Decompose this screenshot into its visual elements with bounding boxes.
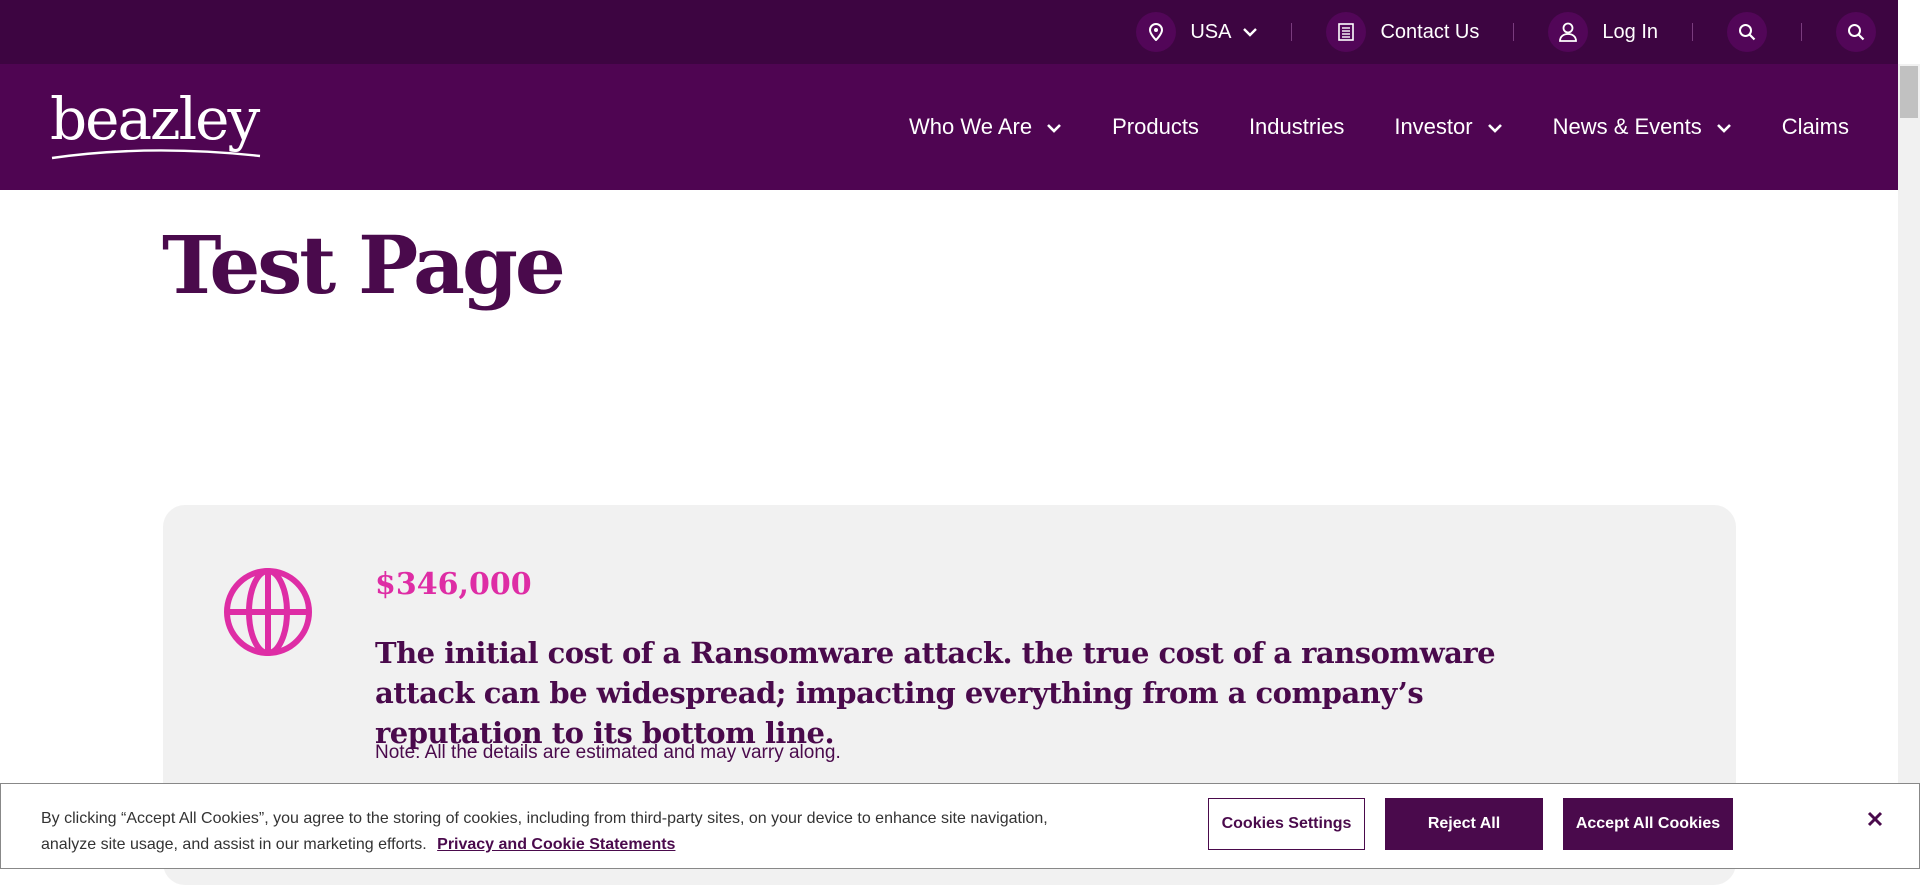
accept-all-cookies-button[interactable]: Accept All Cookies — [1563, 798, 1733, 850]
log-in-link[interactable]: Log In — [1548, 0, 1658, 64]
nav-investor[interactable]: Investor — [1394, 114, 1502, 140]
search-icon — [1727, 12, 1767, 52]
nav-claims[interactable]: Claims — [1782, 114, 1849, 140]
stat-description: The initial cost of a Ransomware attack.… — [375, 636, 1496, 750]
page-title: Test Page — [162, 218, 566, 312]
nav-label: Investor — [1394, 114, 1473, 139]
beazley-logo[interactable]: beazley — [50, 90, 262, 160]
cookie-text-block: By clicking “Accept All Cookies”, you ag… — [41, 806, 1061, 858]
nav-industries[interactable]: Industries — [1249, 114, 1344, 140]
cookies-settings-button[interactable]: Cookies Settings — [1208, 798, 1365, 850]
page-scrollbar[interactable] — [1898, 64, 1920, 869]
chevron-down-icon — [1487, 114, 1503, 140]
region-label: USA — [1190, 20, 1232, 43]
scrollbar-thumb[interactable] — [1900, 66, 1918, 118]
privacy-cookie-link[interactable]: Privacy and Cookie Statements — [437, 836, 675, 853]
user-icon — [1548, 12, 1589, 52]
close-icon[interactable] — [1866, 810, 1884, 833]
separator — [1513, 23, 1515, 41]
globe-icon — [223, 567, 313, 662]
chevron-down-icon — [1243, 27, 1258, 37]
nav-news-events[interactable]: News & Events — [1553, 114, 1732, 140]
nav-label: Claims — [1781, 114, 1849, 139]
reject-all-button[interactable]: Reject All — [1385, 798, 1543, 850]
contact-us-label: Contact Us — [1380, 20, 1480, 43]
stat-value: $346,000 — [375, 567, 532, 602]
separator — [1291, 23, 1293, 41]
nav-products[interactable]: Products — [1112, 114, 1199, 140]
main-navigation: beazley Who We Are Products Industries I… — [0, 64, 1898, 190]
search-button-secondary[interactable] — [1836, 0, 1876, 64]
nav-who-we-are[interactable]: Who We Are — [909, 114, 1062, 140]
separator — [1692, 23, 1693, 41]
chevron-down-icon — [1716, 114, 1732, 140]
stat-note: Note: All the details are estimated and … — [375, 742, 841, 763]
nav-label: Products — [1112, 114, 1199, 139]
cookie-banner: By clicking “Accept All Cookies”, you ag… — [0, 783, 1920, 869]
contact-list-icon — [1326, 12, 1367, 52]
utility-bar: USA Contact Us Log In — [0, 0, 1898, 64]
contact-us-link[interactable]: Contact Us — [1326, 0, 1479, 64]
search-button[interactable] — [1727, 0, 1767, 64]
search-icon — [1836, 12, 1876, 52]
nav-label: Industries — [1248, 114, 1345, 139]
logo-wordmark: beazley — [50, 85, 260, 153]
separator — [1801, 23, 1802, 41]
chevron-down-icon — [1046, 114, 1062, 140]
nav-links: Who We Are Products Industries Investor … — [859, 64, 1849, 190]
nav-label: News & Events — [1552, 114, 1702, 139]
region-selector[interactable]: USA — [1136, 0, 1258, 64]
location-pin-icon — [1136, 12, 1177, 52]
log-in-label: Log In — [1602, 20, 1658, 43]
nav-label: Who We Are — [909, 114, 1033, 139]
